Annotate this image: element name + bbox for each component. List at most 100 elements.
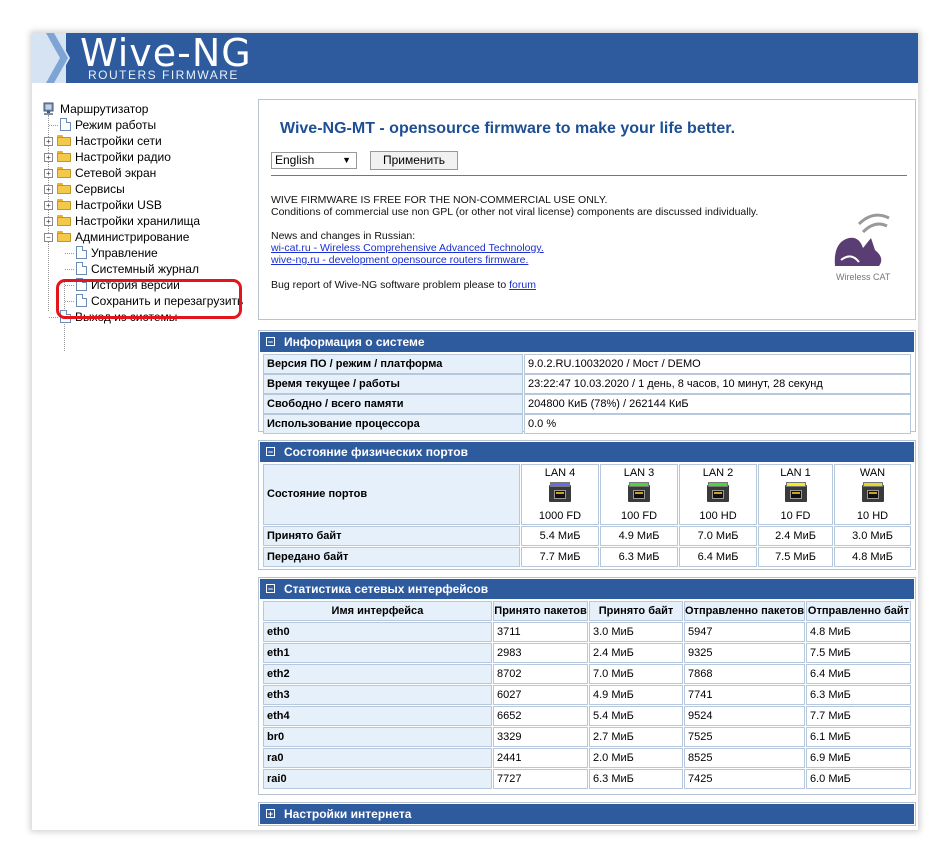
port-speed: 1000 FD	[538, 510, 582, 522]
table-cell: 6.9 МиБ	[806, 748, 911, 768]
sidebar-item-usb[interactable]: + Настройки USB	[42, 197, 242, 213]
sidebar-item-network[interactable]: + Настройки сети	[42, 133, 242, 149]
folder-icon	[57, 151, 71, 162]
logo-subtitle: ROUTERS FIRMWARE	[88, 68, 239, 82]
internet-header[interactable]: + Настройки интернета	[260, 804, 914, 824]
sidebar-item-label: Сохранить и перезагрузить	[91, 294, 244, 308]
expand-plus-icon[interactable]: +	[44, 137, 53, 146]
sidebar-item-firewall[interactable]: + Сетевой экран	[42, 165, 242, 181]
port-tx: 4.8 МиБ	[834, 547, 911, 567]
header-banner: Wive-NG ROUTERS FIRMWARE	[32, 33, 918, 83]
table-cell: 6.4 МиБ	[806, 664, 911, 684]
port-speed: 100 FD	[620, 510, 658, 522]
collapse-minus-icon[interactable]: −	[44, 233, 53, 242]
port-tx: 6.4 МиБ	[679, 547, 757, 567]
collapse-icon[interactable]: −	[266, 447, 275, 457]
tree-line	[65, 253, 74, 254]
netstats-panel: − Статистика сетевых интерфейсов Имя инт…	[258, 577, 916, 795]
netstats-title: Статистика сетевых интерфейсов	[284, 582, 489, 596]
netstats-header[interactable]: − Статистика сетевых интерфейсов	[260, 579, 914, 599]
table-cell: 5.4 МиБ	[589, 706, 683, 726]
port-name: WAN	[859, 467, 886, 479]
sysinfo-panel: − Информация о системе Версия ПО / режим…	[258, 330, 916, 434]
sidebar-item-services[interactable]: + Сервисы	[42, 181, 242, 197]
apply-button[interactable]: Применить	[370, 151, 458, 170]
table-cell: 7741	[684, 685, 805, 705]
tree-line	[49, 317, 58, 318]
sysinfo-value: 0.0 %	[524, 414, 911, 434]
internet-panel: + Настройки интернета	[258, 802, 916, 826]
sidebar-item-history[interactable]: История версий	[42, 277, 242, 293]
sysinfo-title: Информация о системе	[284, 335, 425, 349]
sysinfo-header[interactable]: − Информация о системе	[260, 332, 914, 352]
folder-icon	[57, 183, 71, 194]
sidebar-item-admin[interactable]: − Администрирование	[42, 229, 242, 245]
expand-icon[interactable]: +	[266, 809, 275, 819]
sidebar-item-label: История версий	[91, 278, 180, 292]
table-row-interface: eth1	[263, 643, 492, 663]
sidebar-item-storage[interactable]: + Настройки хранилища	[42, 213, 242, 229]
expand-plus-icon[interactable]: +	[44, 153, 53, 162]
port-lan2: LAN 2 100 HD	[679, 464, 757, 525]
sidebar-item-radio[interactable]: + Настройки радио	[42, 149, 242, 165]
port-lan4: LAN 4 1000 FD	[521, 464, 599, 525]
table-cell: 4.8 МиБ	[806, 622, 911, 642]
folder-open-icon	[57, 231, 71, 242]
divider	[271, 175, 907, 176]
news-label: News and changes in Russian:	[271, 230, 416, 242]
table-row-interface: eth0	[263, 622, 492, 642]
logo-title: Wive-NG	[80, 33, 252, 75]
expand-plus-icon[interactable]: +	[44, 201, 53, 210]
table-cell: 6.0 МиБ	[806, 769, 911, 789]
bug-report-text: Bug report of Wive-NG software problem p…	[271, 279, 536, 291]
collapse-icon[interactable]: −	[266, 584, 275, 594]
table-cell: 9325	[684, 643, 805, 663]
sidebar-root[interactable]: Маршрутизатор	[42, 101, 242, 117]
sysinfo-value: 23:22:47 10.03.2020 / 1 день, 8 часов, 1…	[524, 374, 911, 394]
ports-header[interactable]: − Состояние физических портов	[260, 442, 914, 462]
table-cell: 8702	[493, 664, 588, 684]
expand-plus-icon[interactable]: +	[44, 217, 53, 226]
sysinfo-label: Свободно / всего памяти	[263, 394, 523, 414]
sidebar-item-logout[interactable]: Выход из системы	[42, 309, 242, 325]
port-rx: 4.9 МиБ	[600, 526, 678, 546]
sidebar-item-label: Управление	[91, 246, 158, 260]
ports-title: Состояние физических портов	[284, 445, 468, 459]
page-frame: Wive-NG ROUTERS FIRMWARE Маршрутизатор Р…	[32, 33, 918, 830]
sidebar-item-save-reboot[interactable]: Сохранить и перезагрузить	[42, 293, 244, 309]
ports-rx-label: Принято байт	[263, 526, 520, 546]
ports-panel: − Состояние физических портов Состояние …	[258, 440, 916, 570]
table-column-header: Принято пакетов	[493, 601, 588, 621]
expand-plus-icon[interactable]: +	[44, 185, 53, 194]
ethernet-port-icon	[628, 482, 650, 502]
language-select[interactable]: English ▼	[271, 152, 357, 169]
page-icon	[76, 246, 87, 259]
sidebar-item-label: Настройки радио	[75, 150, 171, 164]
sidebar-item-management[interactable]: Управление	[42, 245, 242, 261]
port-tx: 7.7 МиБ	[521, 547, 599, 567]
sidebar-item-label: Настройки хранилища	[75, 214, 201, 228]
table-column-header: Отправленно байт	[806, 601, 911, 621]
wiveng-link[interactable]: wive-ng.ru - development opensource rout…	[271, 254, 528, 266]
sidebar-item-label: Сетевой экран	[75, 166, 157, 180]
table-cell: 6.3 МиБ	[589, 769, 683, 789]
sysinfo-label: Время текущее / работы	[263, 374, 523, 394]
table-cell: 3.0 МиБ	[589, 622, 683, 642]
port-tx: 6.3 МиБ	[600, 547, 678, 567]
collapse-icon[interactable]: −	[266, 337, 275, 347]
ports-state-label: Состояние портов	[263, 464, 520, 525]
table-column-header: Принято байт	[589, 601, 683, 621]
table-cell: 7425	[684, 769, 805, 789]
wireless-cat-caption: Wireless CAT	[836, 272, 891, 282]
port-speed: 10 HD	[856, 510, 889, 522]
table-cell: 9524	[684, 706, 805, 726]
sidebar-item-syslog[interactable]: Системный журнал	[42, 261, 242, 277]
table-row-interface: eth2	[263, 664, 492, 684]
tree-line	[65, 269, 74, 270]
forum-link[interactable]: forum	[509, 279, 536, 291]
expand-plus-icon[interactable]: +	[44, 169, 53, 178]
sidebar-item-mode[interactable]: Режим работы	[42, 117, 242, 133]
wicat-link[interactable]: wi-cat.ru - Wireless Comprehensive Advan…	[271, 242, 544, 254]
port-wan: WAN 10 HD	[834, 464, 911, 525]
table-cell: 7.0 МиБ	[589, 664, 683, 684]
